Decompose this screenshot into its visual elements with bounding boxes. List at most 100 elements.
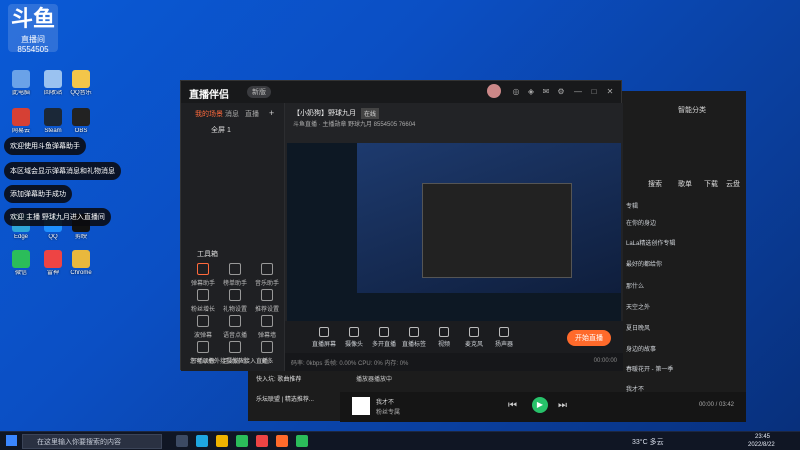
clock-date: 2022/8/22 bbox=[748, 442, 775, 448]
wechat-icon[interactable] bbox=[236, 435, 248, 447]
app-icon[interactable] bbox=[256, 435, 268, 447]
tool-label: 礼物设置 bbox=[222, 307, 247, 313]
app-icon bbox=[72, 70, 90, 88]
music-section[interactable]: 那什么 bbox=[626, 281, 644, 290]
tool-label: 榜单助手 bbox=[222, 281, 247, 287]
explorer-icon[interactable] bbox=[216, 435, 228, 447]
desktop-icon[interactable]: Steam bbox=[38, 108, 68, 135]
tool-icon bbox=[229, 341, 241, 353]
bottom-tool[interactable]: 直播标签 bbox=[401, 327, 427, 348]
music-search[interactable]: 搜索 bbox=[648, 179, 662, 189]
desktop-icon-label: 微信 bbox=[14, 270, 27, 276]
prev-icon[interactable]: ⏮ bbox=[508, 400, 517, 411]
tool-icon bbox=[261, 315, 273, 327]
music-section[interactable]: 天空之外 bbox=[626, 302, 650, 311]
music-taskbar-icon[interactable] bbox=[296, 435, 308, 447]
desktop-icon-label: QQ音乐 bbox=[70, 90, 92, 96]
music-section[interactable]: 春暖花开 - 第一季 bbox=[626, 364, 673, 373]
scene-item[interactable]: 全屏 1 bbox=[211, 125, 231, 135]
live-companion-taskbar-icon[interactable] bbox=[276, 435, 288, 447]
maximize-icon[interactable]: □ bbox=[589, 87, 599, 97]
tab-live[interactable]: 直播 bbox=[245, 109, 259, 119]
room-label: 直播间 bbox=[21, 35, 45, 44]
music-header[interactable]: 智能分类 bbox=[678, 105, 706, 115]
app-icon bbox=[12, 250, 30, 268]
bottom-tool-icon bbox=[439, 327, 449, 337]
tool-item[interactable]: 推荐设置 bbox=[253, 289, 281, 313]
desktop-icon[interactable]: QQ音乐 bbox=[66, 70, 96, 97]
edge-icon[interactable] bbox=[196, 435, 208, 447]
stream-title[interactable]: 【小奶狗】野球九月 bbox=[293, 108, 356, 118]
tool-icon bbox=[197, 341, 209, 353]
title-bar: 直播伴侣 新版 ◎ ◈ ✉ ⚙ — □ ✕ bbox=[181, 81, 621, 103]
queue-item[interactable]: 快入坑: 歌曲推荐 bbox=[256, 374, 326, 383]
music-section[interactable]: 专辑 bbox=[626, 201, 638, 210]
bottom-tool[interactable]: 扬声器 bbox=[491, 327, 517, 348]
mail-icon[interactable]: ✉ bbox=[541, 87, 551, 97]
music-section[interactable]: 在你的身边 bbox=[626, 218, 656, 227]
tool-item[interactable]: 弹幕助手 bbox=[189, 263, 217, 287]
tool-item[interactable]: 礼物设置 bbox=[221, 289, 249, 313]
tool-item[interactable]: 音乐助手 bbox=[253, 263, 281, 287]
next-icon[interactable]: ⏭ bbox=[558, 400, 567, 411]
minimize-icon[interactable]: — bbox=[573, 87, 583, 97]
bottom-tool[interactable]: 直播屏幕 bbox=[311, 327, 337, 348]
music-tab[interactable]: 下载 bbox=[704, 179, 718, 189]
taskbar-search[interactable]: 在这里输入你要搜索的内容 bbox=[22, 434, 162, 449]
tool-icon bbox=[229, 263, 241, 275]
chat-message: 本区域会显示弹幕消息和礼物消息 bbox=[4, 162, 121, 180]
queue-item[interactable]: 乐坛联盟 | 精选推荐... bbox=[256, 394, 326, 403]
tool-item[interactable]: 弹幕墙 bbox=[253, 315, 281, 339]
music-tab[interactable]: 歌单 bbox=[678, 179, 692, 189]
desktop-icon[interactable]: OBS bbox=[66, 108, 96, 135]
music-tab[interactable]: 云盘 bbox=[726, 179, 740, 189]
desktop-icon[interactable]: 回收站 bbox=[38, 70, 68, 97]
tool-icon bbox=[261, 263, 273, 275]
bottom-tool-icon bbox=[469, 327, 479, 337]
song-artist: 粉丝专属 bbox=[376, 410, 401, 416]
tool-icon bbox=[261, 289, 273, 301]
chat-message: 欢迎 主播 野球九月进入直播间 bbox=[4, 208, 111, 226]
chat-message: 添加弹幕助手成功 bbox=[4, 185, 72, 203]
bottom-tool-label: 扬声器 bbox=[494, 342, 513, 348]
stream-info: 斗鱼直播 · 主播勋章 野球九月 8554505 76604 bbox=[293, 122, 416, 128]
music-section[interactable]: 身边的故事 bbox=[626, 344, 656, 353]
bottom-tool[interactable]: 多开直播 bbox=[371, 327, 397, 348]
start-button[interactable] bbox=[6, 435, 17, 446]
go-live-button[interactable]: 开始直播 bbox=[567, 330, 611, 346]
tool-item[interactable]: 粉丝增长 bbox=[189, 289, 217, 313]
desktop-icon[interactable]: Chrome bbox=[66, 250, 96, 277]
music-section[interactable]: 夏日晚风 bbox=[626, 323, 650, 332]
tab-scenes[interactable]: 我的场景 bbox=[195, 109, 223, 119]
tool-label: 粉丝增长 bbox=[190, 307, 215, 313]
bottom-tool[interactable]: 视频 bbox=[431, 327, 457, 348]
bottom-tool-label: 麦克风 bbox=[464, 342, 483, 348]
taskview-icon[interactable] bbox=[176, 435, 188, 447]
stream-preview[interactable] bbox=[287, 143, 621, 333]
bottom-tool[interactable]: 摄像头 bbox=[341, 327, 367, 348]
gift-icon[interactable]: ◈ bbox=[526, 87, 536, 97]
desktop-icon[interactable]: 微信 bbox=[6, 250, 36, 277]
tool-item[interactable]: 榜单助手 bbox=[221, 263, 249, 287]
play-icon[interactable]: ▶ bbox=[532, 397, 548, 413]
close-icon[interactable]: ✕ bbox=[605, 87, 615, 97]
version-badge[interactable]: 新版 bbox=[247, 86, 271, 98]
tool-item[interactable]: 波弹幕 bbox=[189, 315, 217, 339]
desktop-icon[interactable]: 此电脑 bbox=[6, 70, 36, 97]
bottom-tool-label: 视频 bbox=[437, 342, 450, 348]
desktop-icon[interactable]: 网易云 bbox=[6, 108, 36, 135]
tab-messages[interactable]: 消息 bbox=[225, 109, 239, 119]
desktop-icon-label: Steam bbox=[44, 128, 62, 134]
tool-item[interactable]: 语音点播 bbox=[221, 315, 249, 339]
bottom-tool[interactable]: 麦克风 bbox=[461, 327, 487, 348]
music-section[interactable]: 最好的都给你 bbox=[626, 259, 662, 268]
headset-icon[interactable]: ◎ bbox=[511, 87, 521, 97]
music-section[interactable]: LaLa精选创作专辑 bbox=[626, 238, 675, 247]
add-icon[interactable]: + bbox=[269, 108, 274, 118]
settings-icon[interactable]: ⚙ bbox=[556, 87, 566, 97]
desktop-icon[interactable]: 雷神 bbox=[38, 250, 68, 277]
play-time: 00:00 / 03:42 bbox=[698, 402, 734, 408]
tool-icon bbox=[197, 263, 209, 275]
desktop-icon-label: OBS bbox=[74, 128, 88, 134]
desktop-icon-label: 雷神 bbox=[46, 270, 59, 276]
